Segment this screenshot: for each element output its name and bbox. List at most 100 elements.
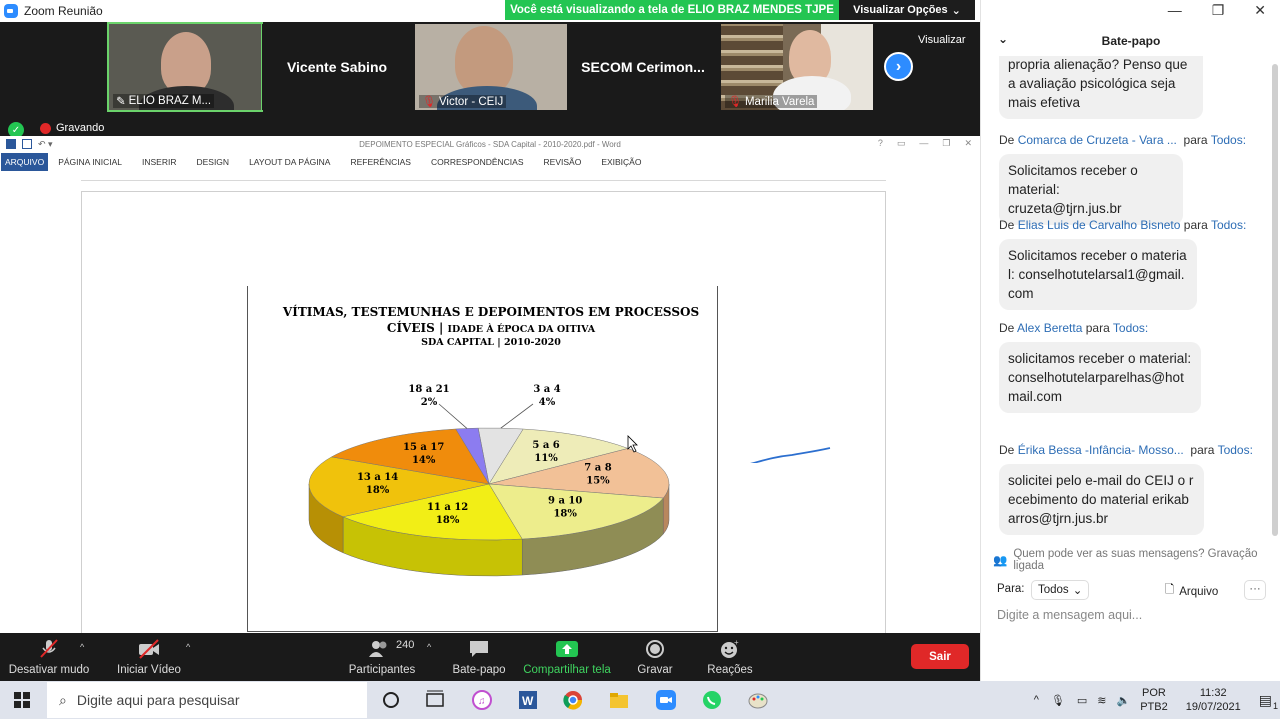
microphone-icon[interactable]: 🎙 (1051, 694, 1065, 707)
tab-pagina-inicial[interactable]: PÁGINA INICIAL (48, 153, 132, 171)
tab-design[interactable]: DESIGN (186, 153, 239, 171)
minimize-icon[interactable]: — (919, 138, 928, 149)
chevron-down-icon: ⌄ (951, 4, 961, 17)
participant-tile-elio[interactable]: ✎ ELIO BRAZ M... (107, 22, 263, 112)
tab-exibicao[interactable]: EXIBIÇÃO (591, 153, 651, 171)
word-app-icon[interactable]: W (517, 689, 539, 711)
start-video-button[interactable]: Iniciar Vídeo (112, 633, 186, 681)
recipient-value: Todos (1038, 584, 1069, 596)
chart-title: VÍTIMAS, TESTEMUNHAS E DEPOIMENTOS EM PR… (282, 304, 699, 319)
paint-icon[interactable] (747, 689, 769, 711)
chart-title-part-a: CÍVEIS | (387, 320, 448, 335)
language-indicator[interactable]: POR PTB2 (1140, 686, 1168, 714)
notifications-icon[interactable]: ▤ 1 (1259, 692, 1278, 711)
document-page: VÍTIMAS, TESTEMUNHAS E DEPOIMENTOS EM PR… (81, 191, 886, 641)
pie-chart: VÍTIMAS, TESTEMUNHAS E DEPOIMENTOS EM PR… (282, 304, 699, 577)
record-label: Gravar (637, 664, 673, 676)
chevron-down-icon[interactable]: ⌄ (998, 32, 1008, 46)
search-placeholder: Digite aqui para pesquisar (76, 692, 240, 708)
leader-lines (438, 403, 534, 429)
tab-correspondencias[interactable]: CORRESPONDÊNCIAS (421, 153, 534, 171)
wifi-icon[interactable]: ≋ (1097, 694, 1106, 707)
view-button[interactable]: Visualizar (918, 34, 966, 46)
task-view-icon[interactable] (424, 689, 446, 711)
undo-icon[interactable]: ↶ ▾ (38, 139, 53, 149)
search-icon: ⌕ (59, 691, 67, 708)
chat-scrollbar[interactable] (1272, 64, 1278, 536)
tab-inserir[interactable]: INSERIR (132, 153, 186, 171)
more-options-button[interactable]: ··· (1244, 580, 1266, 600)
chat-messages[interactable]: propria alienação? Penso que a avaliação… (981, 56, 1273, 540)
recording-indicator[interactable]: Gravando (40, 122, 104, 134)
document-area[interactable]: VÍTIMAS, TESTEMUNHAS E DEPOIMENTOS EM PR… (0, 179, 980, 641)
chart-title-part-b: IDADE À ÉPOCA DA OITIVA (448, 323, 596, 335)
participant-strip: ✎ELIO BRAZ M... 🎙 Vicente Sabino 🎙Victor… (0, 22, 980, 138)
chrome-icon[interactable] (562, 689, 584, 711)
restore-icon[interactable]: ❐ (1212, 2, 1225, 19)
chat-sender[interactable]: Alex Beretta (1017, 321, 1082, 335)
chat-bubble: Solicitamos receber o material: cruzeta@… (999, 154, 1183, 225)
chat-sender[interactable]: Elias Luis de Carvalho Bisneto (1018, 218, 1181, 232)
chat-sender[interactable]: Comarca de Cruzeta - Vara ... (1018, 133, 1177, 147)
zoom-meeting-area: Zoom Reunião Você está visualizando a te… (0, 0, 980, 681)
notification-count: 1 (1272, 700, 1278, 711)
view-options-button[interactable]: Visualizar Opções ⌄ (839, 0, 975, 20)
participant-tile-marilia[interactable]: 🎙 Marilia Varela (721, 24, 873, 110)
participant-tile-victor[interactable]: 🎙 Victor - CEIJ (415, 24, 567, 110)
recipient-select[interactable]: Todos ⌄ (1031, 580, 1090, 600)
next-page-button[interactable]: › (884, 52, 913, 81)
battery-icon[interactable]: ▭ (1077, 694, 1087, 707)
restore-icon[interactable]: ❐ (942, 138, 950, 149)
minimize-icon[interactable]: — (1168, 2, 1182, 19)
chevron-up-icon[interactable]: ^ (80, 642, 84, 652)
tab-layout[interactable]: LAYOUT DA PÁGINA (239, 153, 340, 171)
tab-arquivo[interactable]: ARQUIVO (1, 153, 49, 171)
chevron-up-icon[interactable]: ^ (186, 642, 190, 652)
leave-button[interactable]: Sair (911, 644, 969, 669)
close-icon[interactable]: ✕ (1254, 2, 1266, 19)
taskbar-search[interactable]: ⌕ Digite aqui para pesquisar (47, 682, 367, 718)
itunes-icon[interactable]: ♫ (471, 689, 493, 711)
windows-start-icon[interactable] (14, 692, 30, 708)
screen: Zoom Reunião Você está visualizando a te… (0, 0, 1280, 719)
windows-taskbar: ⌕ Digite aqui para pesquisar ♫ W ^ 🎙 ▭ ≋ … (0, 681, 1280, 719)
mute-button[interactable]: Desativar mudo (8, 633, 90, 681)
chat-title: Bate-papo (1101, 34, 1161, 48)
whatsapp-icon[interactable] (701, 689, 723, 711)
participants-button[interactable]: 240 Participantes (344, 633, 420, 681)
chat-bubble: Solicitamos receber o material: conselho… (999, 239, 1197, 310)
participant-count: 240 (396, 639, 415, 651)
chevron-up-icon[interactable]: ^ (427, 642, 431, 652)
participant-tile-vicente[interactable]: Vicente Sabino (262, 24, 412, 110)
volume-icon[interactable]: 🔈 (1116, 694, 1130, 707)
chat-privacy-notice[interactable]: 👥 Quem pode ver as suas mensagens? Gravaç… (993, 548, 1280, 572)
chat-button[interactable]: Bate-papo (448, 633, 510, 681)
participant-video (161, 32, 211, 94)
pin-icon: ✎ (116, 96, 126, 108)
file-explorer-icon[interactable] (608, 689, 630, 711)
recording-label: Gravando (56, 122, 105, 134)
tab-revisao[interactable]: REVISÃO (534, 153, 592, 171)
ribbon-display-icon[interactable]: ▭ (897, 138, 906, 149)
clock[interactable]: 11:32 19/07/2021 (1186, 686, 1241, 714)
chat-input[interactable]: Digite a mensagem aqui... (997, 608, 1142, 622)
record-button[interactable]: Gravar (630, 633, 680, 681)
save-icon[interactable] (22, 139, 32, 149)
participant-name: 🎙 Marilia Varela (725, 95, 818, 108)
zoom-app-icon[interactable] (655, 689, 677, 711)
chevron-right-icon: › (895, 57, 902, 75)
chevron-up-icon[interactable]: ^ (1034, 694, 1039, 706)
tab-referencias[interactable]: REFERÊNCIAS (340, 153, 420, 171)
close-icon[interactable]: ✕ (964, 138, 972, 149)
help-icon[interactable]: ? (878, 138, 883, 149)
participant-tile-secom[interactable]: SECOM Cerimon... (568, 24, 718, 110)
record-dot-icon (40, 122, 51, 134)
share-screen-button[interactable]: Compartilhar tela (520, 633, 614, 681)
participant-video (455, 26, 513, 94)
reactions-button[interactable]: + Reações (704, 633, 756, 681)
chat-sender[interactable]: Érika Bessa -Infância- Mosso... (1018, 443, 1184, 457)
word-window: ↶ ▾ DEPOIMENTO ESPECIAL Gráficos - SDA C… (0, 136, 980, 641)
cortana-icon[interactable] (380, 689, 402, 711)
file-button[interactable]: 🗋 Arquivo (1165, 582, 1218, 601)
chat-sender-line: De Érika Bessa -Infância- Mosso... para … (999, 443, 1253, 457)
